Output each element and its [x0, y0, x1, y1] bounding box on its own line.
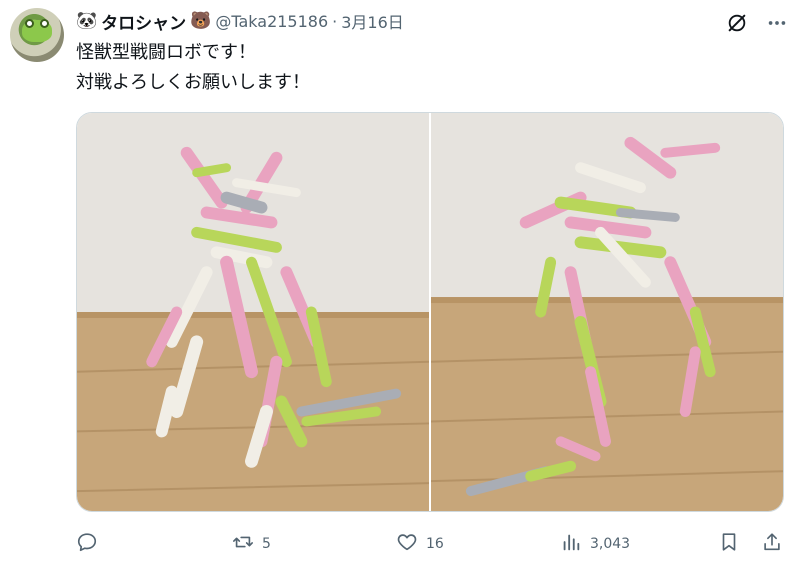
more-options-icon[interactable]	[764, 10, 790, 36]
frog-eye-right	[40, 19, 49, 28]
tweet-media	[76, 112, 784, 512]
display-name[interactable]: タロシャン	[101, 9, 186, 34]
photo-clothespin-robot-front[interactable]	[77, 113, 429, 511]
tweet-header: 🐼 タロシャン 🐻 @Taka215186 · 3月16日	[76, 9, 404, 34]
panda-emoji: 🐼	[76, 10, 98, 31]
views-icon	[560, 531, 582, 557]
like-button[interactable]: 16	[396, 528, 444, 560]
tweet-action-bar: 5 16 3,043	[76, 528, 788, 560]
tweet-text-line-1: 怪獣型戦闘ロボです！	[76, 42, 256, 63]
tweet-top-icons	[724, 10, 790, 36]
retweet-button[interactable]: 5	[232, 528, 271, 560]
tweet-text: 怪獣型戦闘ロボです！ 対戦よろしくお願いします！	[76, 38, 310, 98]
frog-eye-left	[25, 19, 34, 28]
views-count: 3,043	[590, 536, 631, 552]
retweet-count: 5	[262, 536, 271, 552]
reply-icon	[76, 531, 98, 557]
bookmark-icon	[718, 531, 740, 557]
heart-icon	[396, 531, 418, 557]
separator-dot: ·	[332, 11, 338, 31]
views-button[interactable]: 3,043	[560, 528, 630, 560]
share-button[interactable]	[761, 528, 783, 560]
like-count: 16	[426, 536, 444, 552]
photo-clothespin-robot-side[interactable]	[431, 113, 783, 511]
user-handle[interactable]: @Taka215186	[215, 12, 328, 31]
tweet-text-line-2: 対戦よろしくお願いします！	[76, 72, 310, 93]
share-icon	[761, 531, 783, 557]
avatar[interactable]	[10, 8, 64, 62]
tweet-date[interactable]: 3月16日	[341, 9, 404, 33]
grok-icon[interactable]	[724, 10, 750, 36]
robot-photo-1-drawing	[77, 113, 429, 511]
reply-button[interactable]	[76, 528, 98, 560]
robot-photo-2-drawing	[431, 113, 783, 511]
bear-emoji: 🐻	[190, 10, 212, 31]
bookmark-button[interactable]	[718, 528, 740, 560]
retweet-icon	[232, 531, 254, 557]
